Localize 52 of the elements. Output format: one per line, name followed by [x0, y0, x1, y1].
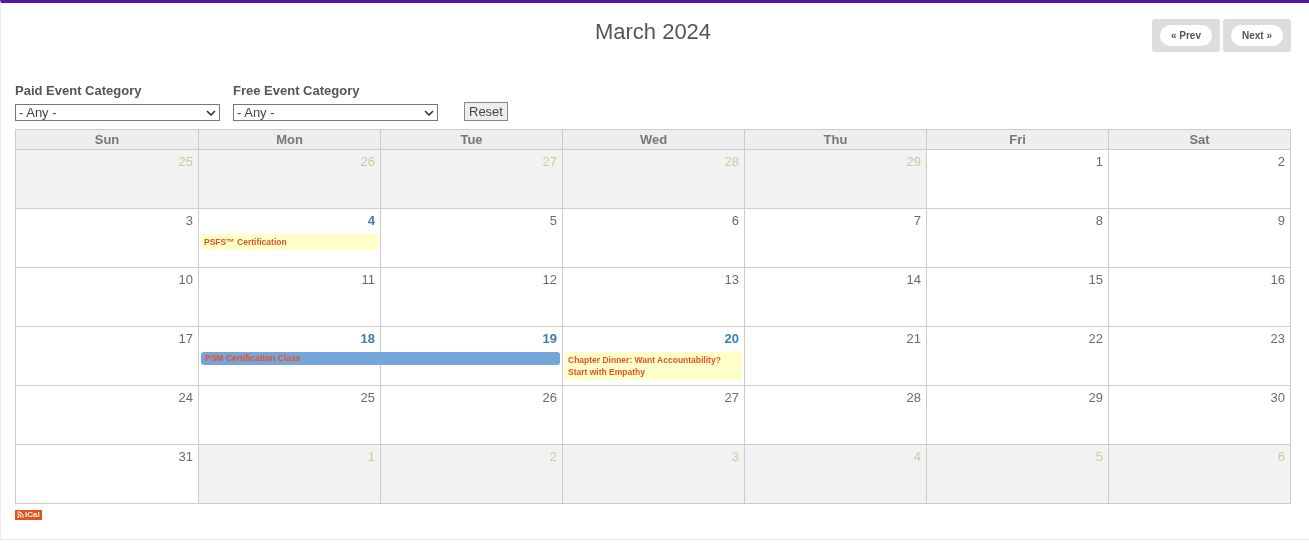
day-number[interactable]: 7: [913, 213, 921, 228]
event-label[interactable]: Chapter Dinner: Want Accountability? Start with Empathy: [565, 352, 742, 380]
nav-button[interactable]: « Prev: [1151, 19, 1220, 52]
day-number[interactable]: 17: [178, 331, 193, 346]
day-number[interactable]: 9: [1277, 213, 1285, 228]
day-number[interactable]: 18: [360, 331, 375, 346]
chevron-down-icon: [206, 109, 216, 116]
category-select[interactable]: - Any -: [233, 104, 438, 121]
month-title: March 2024: [594, 19, 712, 46]
day-number[interactable]: 5: [549, 213, 557, 228]
day-number[interactable]: 16: [1270, 272, 1285, 287]
day-number[interactable]: 6: [731, 213, 739, 228]
weekday-header: Mon: [198, 130, 380, 149]
day-number[interactable]: 23: [1270, 331, 1285, 346]
filter-label: Free Event Category: [233, 83, 361, 98]
day-number[interactable]: 19: [542, 331, 557, 346]
day-number[interactable]: 8: [1095, 213, 1103, 228]
nav-button[interactable]: Next »: [1223, 19, 1291, 52]
weekday-header: Tue: [380, 130, 562, 149]
filter-label: Paid Event Category: [15, 83, 143, 98]
day-number[interactable]: 15: [1088, 272, 1103, 287]
day-number[interactable]: 27: [724, 390, 739, 405]
day-number[interactable]: 14: [906, 272, 921, 287]
chevron-down-icon: [424, 109, 434, 116]
day-number[interactable]: 3: [185, 213, 193, 228]
ical-feed-link[interactable]: iCal: [15, 509, 42, 520]
weekday-header: Thu: [744, 130, 926, 149]
weekday-header: Wed: [562, 130, 744, 149]
day-number[interactable]: 22: [1088, 331, 1103, 346]
day-number[interactable]: 11: [361, 272, 375, 287]
weekday-header: Sat: [1108, 130, 1290, 149]
day-number[interactable]: 26: [542, 390, 557, 405]
day-number[interactable]: 10: [178, 272, 193, 287]
weekday-header: Fri: [926, 130, 1108, 149]
day-number[interactable]: 24: [178, 390, 193, 405]
weekday-header: Sun: [16, 130, 198, 149]
day-number[interactable]: 2: [1277, 154, 1285, 169]
event-label[interactable]: PSFS™ Certification: [201, 234, 378, 250]
day-number[interactable]: 21: [906, 331, 921, 346]
day-number[interactable]: 1: [1095, 154, 1103, 169]
day-number[interactable]: 25: [360, 390, 375, 405]
day-number[interactable]: 20: [724, 331, 739, 346]
day-number[interactable]: 4: [367, 213, 375, 228]
day-number[interactable]: 30: [1270, 390, 1285, 405]
day-number[interactable]: 13: [724, 272, 739, 287]
category-select[interactable]: - Any -: [15, 104, 220, 121]
day-number[interactable]: 12: [542, 272, 557, 287]
reset-button[interactable]: Reset: [464, 102, 508, 121]
day-number[interactable]: 31: [178, 449, 193, 464]
rss-icon: [17, 511, 24, 518]
day-number[interactable]: 29: [1088, 390, 1103, 405]
day-number[interactable]: 28: [906, 390, 921, 405]
